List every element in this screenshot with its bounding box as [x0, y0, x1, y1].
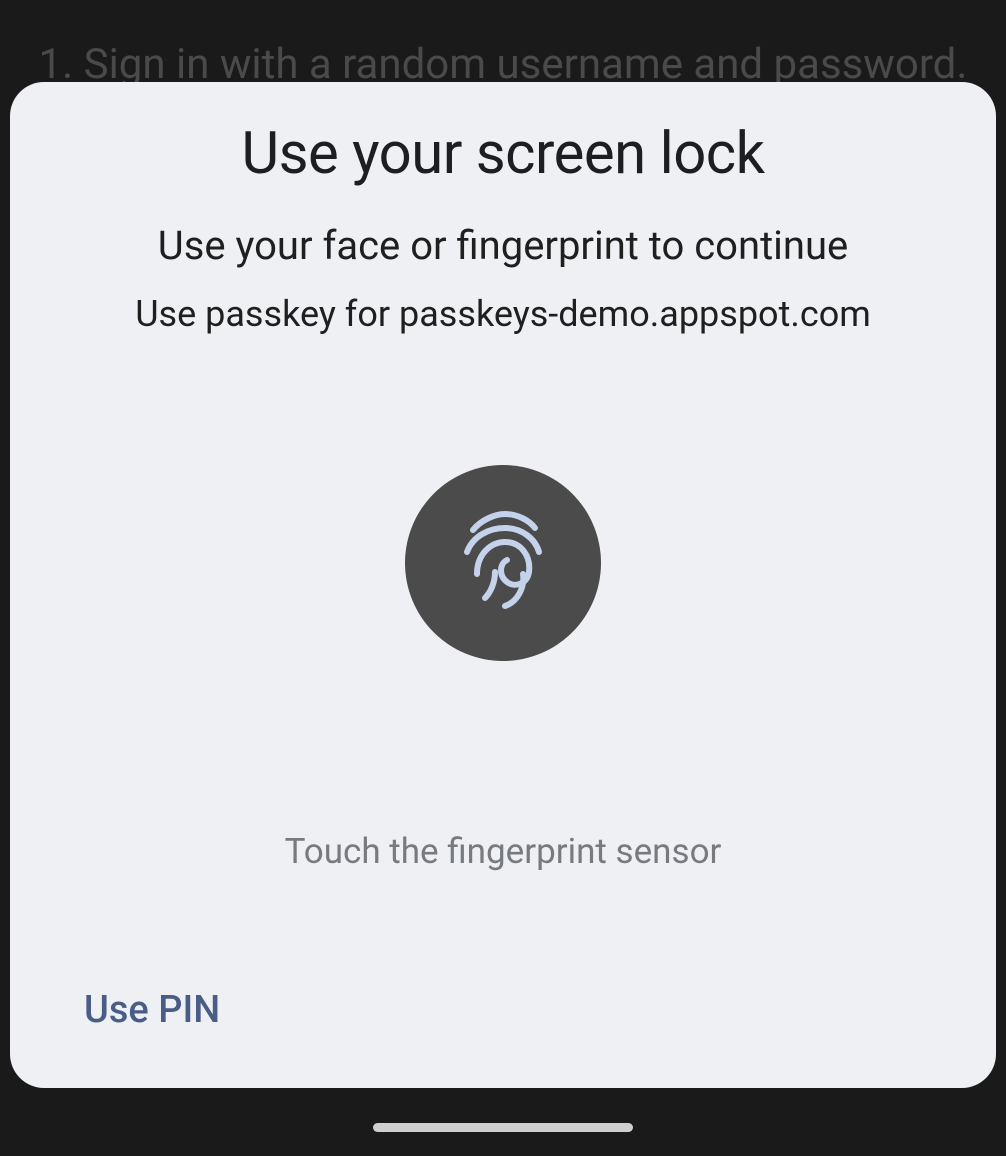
fingerprint-sensor[interactable] — [405, 465, 601, 661]
fingerprint-icon — [455, 508, 551, 618]
navigation-bar-pill[interactable] — [373, 1123, 633, 1132]
dialog-title: Use your screen lock — [241, 120, 764, 188]
use-pin-button[interactable]: Use PIN — [84, 988, 220, 1032]
dialog-subtitle: Use your face or fingerprint to continue — [158, 222, 848, 269]
instruction-text: Touch the fingerprint sensor — [285, 831, 722, 872]
passkey-domain-text: Use passkey for passkeys-demo.appspot.co… — [135, 293, 871, 335]
biometric-prompt-sheet: Use your screen lock Use your face or fi… — [10, 82, 996, 1088]
